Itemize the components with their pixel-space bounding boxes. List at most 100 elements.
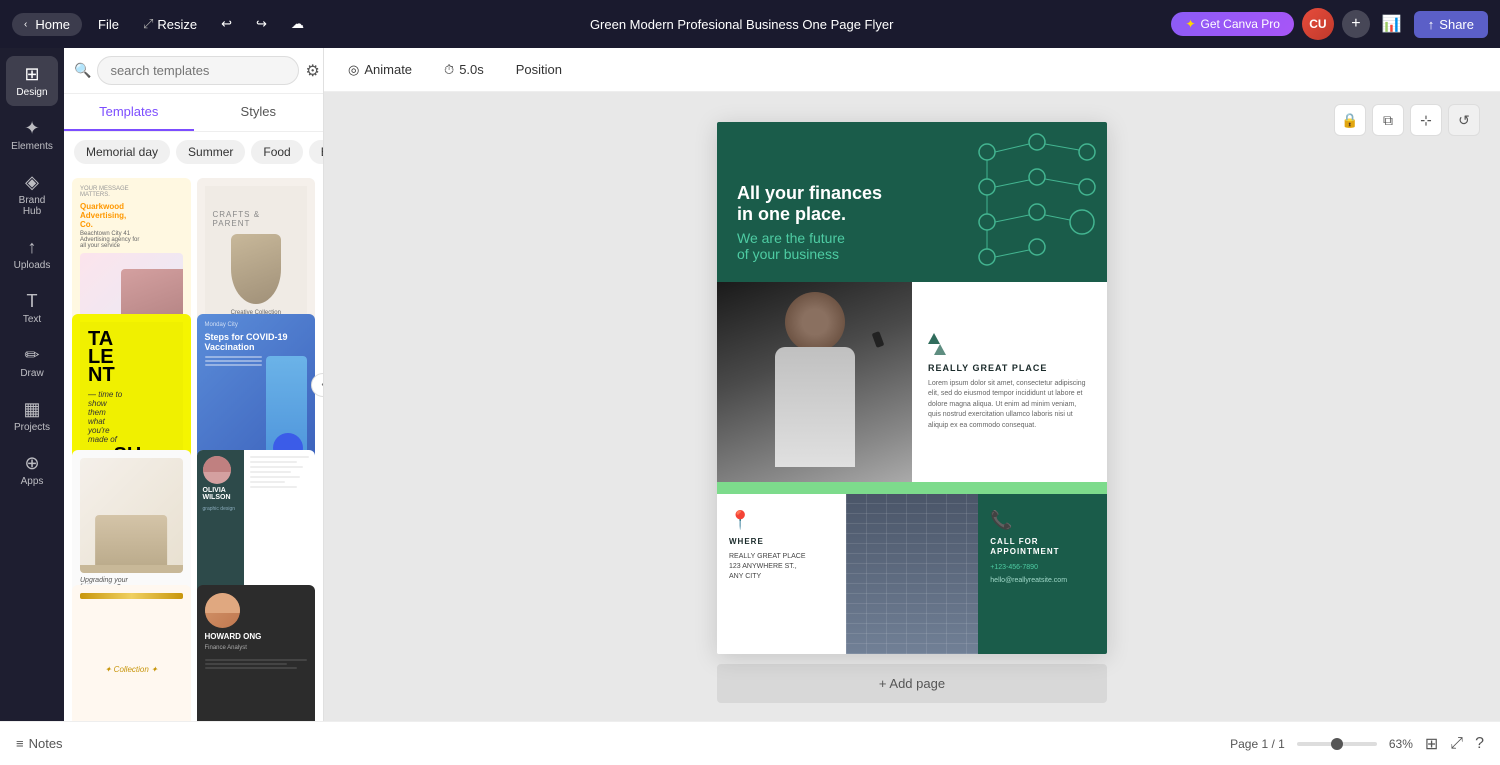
template-card-8[interactable]: HOWARD ONG Finance Analyst (197, 585, 316, 721)
tab-templates[interactable]: Templates (64, 94, 194, 131)
chip-memorial-day[interactable]: Memorial day (74, 140, 170, 164)
help-button[interactable]: ? (1475, 735, 1484, 753)
sidebar-item-brand-hub-label: Brand Hub (10, 195, 54, 217)
document-title: Green Modern Profesional Business One Pa… (320, 17, 1163, 32)
sidebar-item-elements-label: Elements (11, 141, 53, 152)
bottom-bar: ≡ Notes Page 1 / 1 63% ⊞ ⤢ ? (0, 721, 1500, 765)
zoom-slider[interactable] (1297, 742, 1377, 746)
undo-icon: ↩ (221, 16, 232, 32)
file-button[interactable]: File (90, 13, 127, 36)
chip-summer[interactable]: Summer (176, 140, 245, 164)
doc-main-subtitle: We are the futureof your business (737, 230, 1087, 262)
doc-where: 📍 WHERE REALLY GREAT PLACE123 ANYWHERE S… (717, 494, 846, 654)
elements-icon: ✦ (24, 118, 39, 139)
fullscreen-icon: ⤢ (1450, 735, 1463, 752)
sidebar-item-apps[interactable]: ⊕ Apps (6, 445, 58, 495)
main-layout: ⊞ Design ✦ Elements ◈ Brand Hub ↑ Upload… (0, 48, 1500, 721)
avatar[interactable]: CU (1302, 8, 1334, 40)
sidebar-item-brand-hub[interactable]: ◈ Brand Hub (6, 164, 58, 225)
brand-hub-icon: ◈ (25, 172, 39, 193)
duration-label: 5.0s (459, 62, 484, 77)
resize-button[interactable]: ⤢ Resize (135, 12, 205, 36)
help-icon: ? (1475, 735, 1484, 752)
grid-icon: ⊞ (1425, 736, 1438, 753)
sidebar-item-text[interactable]: T Text (6, 283, 58, 333)
sidebar-item-draw[interactable]: ✏ Draw (6, 337, 58, 387)
chip-food[interactable]: Food (251, 140, 302, 164)
chevron-left-icon: ‹ (24, 19, 27, 30)
templates-panel: 🔍 ⚙ Templates Styles Memorial day Summer… (64, 48, 324, 721)
animate-label: Animate (364, 62, 412, 77)
notes-button[interactable]: ≡ Notes (16, 736, 63, 751)
chart-icon: 📊 (1382, 16, 1402, 33)
doc-call-number: +123-456-7890 (990, 564, 1095, 571)
undo-button[interactable]: ↩ (213, 12, 240, 36)
zoom-level: 63% (1389, 737, 1413, 751)
category-chips: Memorial day Summer Food Blue › (64, 132, 323, 172)
grid-view-button[interactable]: ⊞ (1425, 734, 1438, 754)
notes-icon: ≡ (16, 736, 24, 751)
doc-info: REALLY GREAT PLACE Lorem ipsum dolor sit… (912, 282, 1107, 482)
bottom-right: Page 1 / 1 63% ⊞ ⤢ ? (1230, 734, 1484, 754)
notes-label: Notes (29, 736, 63, 751)
tab-styles[interactable]: Styles (194, 94, 324, 131)
search-input[interactable] (97, 56, 299, 85)
doc-header-section: All your financesin one place. We are th… (717, 122, 1107, 282)
add-collaborator-button[interactable]: + (1342, 10, 1370, 38)
uploads-icon: ↑ (28, 237, 37, 258)
search-bar: 🔍 ⚙ (64, 48, 323, 94)
fullscreen-button[interactable]: ⤢ (1450, 735, 1463, 753)
canvas-scroll[interactable]: 🔒 ⧉ ⊹ ↺ (324, 92, 1500, 721)
sidebar-item-projects-label: Projects (14, 422, 50, 433)
design-icon: ⊞ (24, 64, 39, 85)
duration-button[interactable]: ⏱ 5.0s (436, 58, 492, 82)
sidebar-item-uploads[interactable]: ↑ Uploads (6, 229, 58, 279)
apps-icon: ⊕ (24, 453, 39, 474)
doc-where-addr: REALLY GREAT PLACE123 ANYWHERE ST.,ANY C… (729, 552, 834, 581)
sidebar-item-elements[interactable]: ✦ Elements (6, 110, 58, 160)
logo-svg (928, 333, 952, 355)
doc-building (846, 494, 979, 654)
add-page-button[interactable]: + Add page (717, 664, 1107, 703)
redo-icon: ↪ (256, 16, 267, 32)
doc-where-title: WHERE (729, 537, 834, 546)
pin-icon: 📍 (729, 510, 834, 531)
doc-body-text: Lorem ipsum dolor sit amet, consectetur … (928, 379, 1091, 432)
draw-icon: ✏ (24, 345, 39, 366)
animate-icon: ◎ (348, 62, 359, 78)
templates-grid: YOUR MESSAGEMATTERS. QuarkwoodAdvertisin… (64, 172, 323, 721)
home-button[interactable]: ‹ Home (12, 13, 82, 36)
slider-track[interactable] (1297, 742, 1377, 746)
redo-button[interactable]: ↪ (248, 12, 275, 36)
position-button[interactable]: Position (508, 58, 570, 81)
canvas-area: ◎ Animate ⏱ 5.0s Position 🔒 ⧉ (324, 48, 1500, 721)
doc-call: 📞 CALL FORAPPOINTMENT +123-456-7890 hell… (978, 494, 1107, 654)
lock-icon: 🔒 (1341, 112, 1358, 129)
canvas-toolbar: ◎ Animate ⏱ 5.0s Position (324, 48, 1500, 92)
cloud-button[interactable]: ☁ (283, 12, 312, 36)
file-label: File (98, 17, 119, 32)
sidebar-icons: ⊞ Design ✦ Elements ◈ Brand Hub ↑ Upload… (0, 48, 64, 721)
chip-blue[interactable]: Blue (309, 140, 323, 164)
refresh-icon: ↺ (1458, 112, 1470, 129)
position-label: Position (516, 62, 562, 77)
filter-button[interactable]: ⚙ (305, 61, 319, 81)
share-icon: ↑ (1428, 17, 1435, 32)
filter-icon: ⚙ (305, 63, 319, 80)
canva-pro-button[interactable]: ✦ Get Canva Pro (1171, 12, 1293, 36)
refresh-button[interactable]: ↺ (1448, 104, 1480, 136)
duplicate-button[interactable]: ⧉ (1372, 104, 1404, 136)
animate-button[interactable]: ◎ Animate (340, 58, 420, 82)
lock-button[interactable]: 🔒 (1334, 104, 1366, 136)
home-label: Home (35, 17, 70, 32)
sidebar-item-apps-label: Apps (21, 476, 44, 487)
analytics-button[interactable]: 📊 (1378, 10, 1406, 38)
share-button[interactable]: ↑ Share (1414, 11, 1488, 38)
more-options-button[interactable]: ⊹ (1410, 104, 1442, 136)
search-icon: 🔍 (74, 62, 91, 79)
sidebar-item-projects[interactable]: ▦ Projects (6, 391, 58, 441)
sidebar-item-design[interactable]: ⊞ Design (6, 56, 58, 106)
template-card-7[interactable]: ✦ Collection ✦ (72, 585, 191, 721)
star-icon: ✦ (1185, 17, 1195, 31)
doc-call-email: hello@reallyreatsite.com (990, 577, 1095, 584)
